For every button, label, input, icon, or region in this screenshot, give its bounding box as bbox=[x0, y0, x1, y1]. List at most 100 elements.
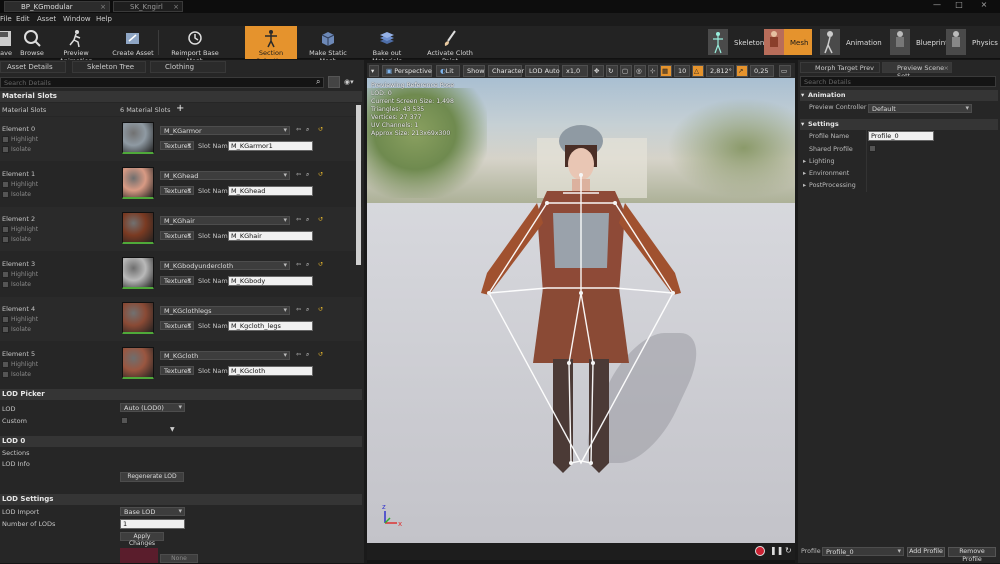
textures-dropdown[interactable]: Textures bbox=[160, 321, 194, 330]
textures-dropdown[interactable]: Textures bbox=[160, 276, 194, 285]
material-select[interactable]: M_KGarmor bbox=[160, 126, 290, 135]
perspective-button[interactable]: ▣ Perspective bbox=[382, 65, 432, 77]
show-button[interactable]: Show bbox=[463, 65, 485, 77]
material-thumbnail[interactable] bbox=[122, 212, 154, 244]
reset-to-default-icon[interactable]: ↺ bbox=[318, 351, 324, 358]
menu-asset[interactable]: Asset bbox=[37, 15, 56, 23]
isolate-checkbox[interactable] bbox=[2, 191, 9, 198]
material-select[interactable]: M_KGcloth bbox=[160, 351, 290, 360]
browse-asset-icon[interactable]: ⌕ bbox=[306, 216, 312, 223]
tab-asset-details[interactable]: Asset Details bbox=[0, 61, 66, 73]
surface-snap-icon[interactable]: ⊹ bbox=[648, 65, 658, 77]
number-of-lods-input[interactable]: 1 bbox=[120, 519, 185, 529]
slot-name-input[interactable]: M_KGarmor1 bbox=[228, 141, 313, 151]
reimport-base-mesh-button[interactable]: Reimport Base Mesh bbox=[164, 26, 226, 65]
lit-button[interactable]: ◐Lit bbox=[436, 65, 460, 77]
use-selected-asset-icon[interactable]: ⇦ bbox=[296, 306, 302, 313]
chevron-down-icon[interactable]: ▼ bbox=[170, 426, 175, 433]
tab-clothing[interactable]: Clothing bbox=[150, 61, 226, 73]
scale-icon[interactable]: ▢ bbox=[620, 65, 632, 77]
add-profile-button[interactable]: Add Profile bbox=[907, 547, 945, 557]
slot-name-input[interactable]: M_KGcloth bbox=[228, 366, 313, 376]
custom-checkbox[interactable] bbox=[121, 417, 128, 424]
textures-dropdown[interactable]: Textures bbox=[160, 366, 194, 375]
isolate-checkbox[interactable] bbox=[2, 146, 9, 153]
grid-snap-icon[interactable]: ▦ bbox=[660, 65, 672, 77]
preview-animation-button[interactable]: Preview Animation bbox=[48, 26, 104, 65]
section-lod0[interactable]: LOD 0 bbox=[0, 436, 362, 447]
material-select[interactable]: M_KGbodyundercloth bbox=[160, 261, 290, 270]
close-icon[interactable]: × bbox=[100, 3, 106, 11]
textures-dropdown[interactable]: Textures bbox=[160, 141, 194, 150]
doc-tab-bp-kgmodular[interactable]: BP_KGmodular × bbox=[4, 1, 110, 12]
add-material-slot-icon[interactable]: + bbox=[176, 103, 184, 114]
menu-help[interactable]: Help bbox=[96, 15, 112, 23]
tab-preview-scene-settings[interactable]: Preview Scene Sett× bbox=[882, 62, 952, 80]
apply-changes-button[interactable]: Apply Changes bbox=[120, 532, 164, 547]
chevron-right-icon[interactable]: ▸ bbox=[803, 158, 806, 165]
browse-button[interactable]: Browse bbox=[20, 26, 44, 59]
reset-to-default-icon[interactable]: ↺ bbox=[318, 216, 324, 223]
slot-name-input[interactable]: M_KGhair bbox=[228, 231, 313, 241]
mode-mesh[interactable]: Mesh bbox=[764, 29, 812, 55]
scale-snap-icon[interactable]: ↗ bbox=[736, 65, 748, 77]
browse-asset-icon[interactable]: ⌕ bbox=[306, 171, 312, 178]
use-selected-asset-icon[interactable]: ⇦ bbox=[296, 261, 302, 268]
menu-window[interactable]: Window bbox=[63, 15, 91, 23]
textures-dropdown[interactable]: Textures bbox=[160, 231, 194, 240]
reset-to-default-icon[interactable]: ↺ bbox=[318, 261, 324, 268]
shared-profile-checkbox[interactable] bbox=[869, 145, 876, 152]
isolate-checkbox[interactable] bbox=[2, 236, 9, 243]
lod-import-select[interactable]: Base LOD bbox=[120, 507, 185, 516]
reset-to-default-icon[interactable]: ↺ bbox=[318, 306, 324, 313]
use-selected-asset-icon[interactable]: ⇦ bbox=[296, 171, 302, 178]
isolate-checkbox[interactable] bbox=[2, 281, 9, 288]
menu-file[interactable]: File bbox=[0, 15, 12, 23]
remove-profile-button[interactable]: Remove Profile bbox=[948, 547, 996, 563]
section-selection-button[interactable]: Section Selection bbox=[245, 26, 297, 65]
mode-skeleton[interactable]: Skeleton bbox=[708, 29, 764, 55]
use-selected-asset-icon[interactable]: ⇦ bbox=[296, 351, 302, 358]
menu-edit[interactable]: Edit bbox=[16, 15, 30, 23]
material-thumbnail[interactable] bbox=[122, 167, 154, 199]
close-icon[interactable]: × bbox=[173, 3, 179, 11]
slot-name-input[interactable]: M_Kgcloth_legs bbox=[228, 321, 313, 331]
mode-animation[interactable]: Animation bbox=[820, 29, 884, 55]
loop-icon[interactable]: ↻ bbox=[785, 546, 792, 555]
material-thumbnail[interactable] bbox=[122, 302, 154, 334]
world-local-icon[interactable]: ◎ bbox=[634, 65, 646, 77]
reset-to-default-icon[interactable]: ↺ bbox=[318, 126, 324, 133]
highlight-checkbox[interactable] bbox=[2, 271, 9, 278]
highlight-checkbox[interactable] bbox=[2, 316, 9, 323]
slot-name-input[interactable]: M_KGbody bbox=[228, 276, 313, 286]
slot-name-input[interactable]: M_KGhead bbox=[228, 186, 313, 196]
bake-out-materials-button[interactable]: Bake out Materials bbox=[359, 26, 415, 65]
viewport-options-button[interactable]: ▾ bbox=[369, 65, 379, 77]
tab-skeleton-tree[interactable]: Skeleton Tree bbox=[72, 61, 146, 73]
use-selected-asset-icon[interactable]: ⇦ bbox=[296, 126, 302, 133]
grid-view-icon[interactable] bbox=[328, 76, 340, 88]
section-animation[interactable]: ▾ Animation bbox=[800, 90, 998, 101]
activate-cloth-paint-button[interactable]: Activate Cloth Paint bbox=[420, 26, 480, 65]
mode-blueprint[interactable]: Blueprint bbox=[890, 29, 948, 55]
tab-morph-target-preview[interactable]: Morph Target Prev bbox=[800, 62, 880, 73]
chevron-right-icon[interactable]: ▸ bbox=[803, 182, 806, 189]
angle-snap-value[interactable]: 2,812° bbox=[706, 65, 734, 77]
close-window-icon[interactable]: × bbox=[975, 0, 993, 12]
record-icon[interactable] bbox=[755, 546, 765, 556]
reset-to-default-icon[interactable]: ↺ bbox=[318, 171, 324, 178]
material-select[interactable]: M_KGclothlegs bbox=[160, 306, 290, 315]
section-lod-picker[interactable]: LOD Picker bbox=[0, 389, 362, 400]
preview-controller-select[interactable]: Default bbox=[868, 104, 972, 113]
section-lod-settings[interactable]: LOD Settings bbox=[0, 494, 362, 505]
browse-asset-icon[interactable]: ⌕ bbox=[306, 261, 312, 268]
grid-snap-value[interactable]: 10 bbox=[674, 65, 690, 77]
viewport[interactable]: x z ▾ ▣ Perspective ◐Lit Show Character … bbox=[367, 63, 795, 543]
scale-snap-value[interactable]: 0,25 bbox=[750, 65, 774, 77]
maximize-icon[interactable]: □ bbox=[950, 0, 968, 12]
profile-name-input[interactable]: Profile_0 bbox=[868, 131, 934, 141]
material-thumbnail[interactable] bbox=[122, 122, 154, 154]
material-select[interactable]: M_KGhair bbox=[160, 216, 290, 225]
highlight-checkbox[interactable] bbox=[2, 226, 9, 233]
chevron-right-icon[interactable]: ▸ bbox=[803, 170, 806, 177]
